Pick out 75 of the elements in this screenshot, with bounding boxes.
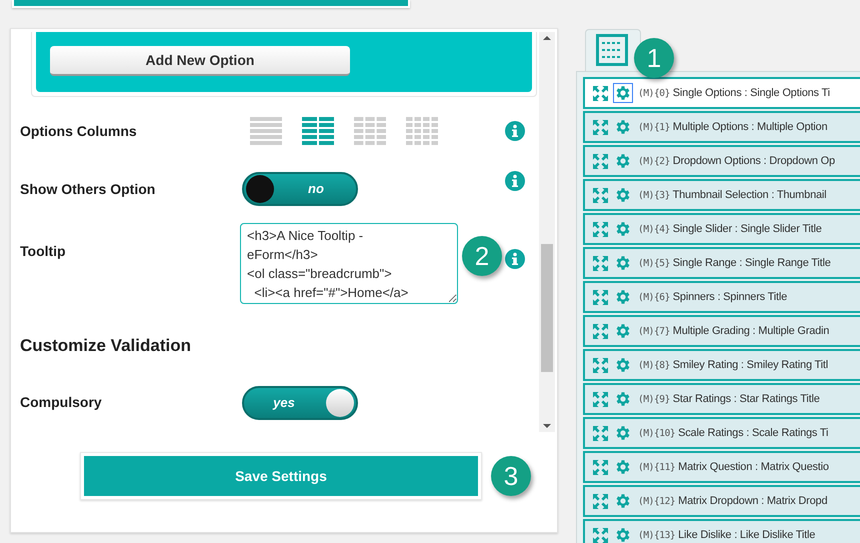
element-title: (M){12} Matrix Dropdown : Matrix Dropd <box>638 494 828 509</box>
settings-icon[interactable] <box>614 220 632 238</box>
element-row[interactable]: (M){9} Star Ratings : Star Ratings Title <box>583 383 860 415</box>
settings-icon[interactable] <box>614 152 632 170</box>
element-title: (M){5} Single Range : Single Range Title <box>638 256 831 271</box>
column-layout-icon[interactable] <box>406 117 438 145</box>
element-title: (M){0} Single Options : Single Options Ti <box>638 86 830 101</box>
element-row[interactable]: (M){1} Multiple Options : Multiple Option <box>583 111 860 143</box>
expand-icon[interactable] <box>593 290 608 304</box>
expand-icon[interactable] <box>593 154 608 168</box>
field-label: Tooltip <box>20 242 67 261</box>
layout-tab[interactable] <box>585 29 641 73</box>
column-layout-icon[interactable] <box>302 117 334 145</box>
element-title: (M){1} Multiple Options : Multiple Option <box>638 120 828 135</box>
column-layout-icon[interactable] <box>354 117 386 145</box>
element-title: (M){8} Smiley Rating : Smiley Rating Titl <box>638 358 828 373</box>
settings-icon[interactable] <box>614 424 632 442</box>
element-title: (M){13} Like Dislike : Like Dislike Title <box>638 528 816 543</box>
settings-icon[interactable] <box>614 492 632 510</box>
info-icon[interactable] <box>505 249 525 269</box>
settings-icon[interactable] <box>614 390 632 408</box>
settings-icon[interactable] <box>614 118 632 136</box>
field-label: Compulsory <box>20 393 103 412</box>
expand-icon[interactable] <box>593 222 608 236</box>
add-new-option-button[interactable]: Add New Option <box>50 46 350 76</box>
tooltip-field[interactable]: <h3>A Nice Tooltip - eForm</h3> <ol class="breadcrumb"> <li><a href="#">Home</a> <box>240 223 458 304</box>
element-title: (M){2} Dropdown Options : Dropdown Op <box>638 154 835 169</box>
settings-icon[interactable] <box>614 288 632 306</box>
expand-icon[interactable] <box>593 392 608 406</box>
section-title: Customize Validation <box>19 335 192 357</box>
expand-icon[interactable] <box>593 256 608 270</box>
expand-icon[interactable] <box>593 86 608 100</box>
expand-icon[interactable] <box>593 426 608 440</box>
field-label: Options Columns <box>20 122 138 141</box>
expand-icon[interactable] <box>593 188 608 202</box>
element-title: (M){4} Single Slider : Single Slider Title <box>638 222 822 237</box>
element-title: (M){11} Matrix Question : Matrix Questio <box>638 460 829 475</box>
expand-icon[interactable] <box>593 494 608 508</box>
expand-icon[interactable] <box>593 358 608 372</box>
element-row[interactable]: (M){6} Spinners : Spinners Title <box>583 281 860 313</box>
settings-icon[interactable] <box>614 254 632 272</box>
scrollbar[interactable] <box>539 32 555 432</box>
field-label: Show Others Option <box>20 180 156 199</box>
element-title: (M){3} Thumbnail Selection : Thumbnail <box>638 188 826 203</box>
element-row[interactable]: (M){3} Thumbnail Selection : Thumbnail <box>583 179 860 211</box>
settings-icon[interactable] <box>614 526 632 543</box>
element-row[interactable]: (M){8} Smiley Rating : Smiley Rating Titl <box>583 349 860 381</box>
element-title: (M){7} Multiple Grading : Multiple Gradin <box>638 324 830 339</box>
element-title: (M){10} Scale Ratings : Scale Ratings Ti <box>638 426 828 441</box>
element-row[interactable]: (M){2} Dropdown Options : Dropdown Op <box>583 145 860 177</box>
grid-layout-icon <box>596 34 628 66</box>
expand-icon[interactable] <box>593 528 608 542</box>
expand-icon[interactable] <box>593 324 608 338</box>
element-row[interactable]: (M){12} Matrix Dropdown : Matrix Dropd <box>583 485 860 517</box>
element-title: (M){6} Spinners : Spinners Title <box>638 290 788 305</box>
toggle-switch[interactable]: yes <box>242 386 358 420</box>
settings-icon[interactable] <box>614 186 632 204</box>
element-title: (M){9} Star Ratings : Star Ratings Title <box>638 392 820 407</box>
toggle-switch[interactable]: no <box>242 172 358 206</box>
column-layout-icon[interactable] <box>250 117 282 145</box>
expand-icon[interactable] <box>593 120 608 134</box>
settings-icon[interactable] <box>614 322 632 340</box>
settings-icon[interactable] <box>614 356 632 374</box>
element-row[interactable]: (M){11} Matrix Question : Matrix Questio <box>583 451 860 483</box>
settings-icon[interactable] <box>614 458 632 476</box>
settings-icon[interactable] <box>614 84 632 102</box>
element-row[interactable]: (M){4} Single Slider : Single Slider Title <box>583 213 860 245</box>
element-row[interactable]: (M){10} Scale Ratings : Scale Ratings Ti <box>583 417 860 449</box>
element-row[interactable]: (M){7} Multiple Grading : Multiple Gradin <box>583 315 860 347</box>
info-icon[interactable] <box>505 121 525 141</box>
expand-icon[interactable] <box>593 460 608 474</box>
info-icon[interactable] <box>505 171 525 191</box>
element-row[interactable]: (M){0} Single Options : Single Options Ti <box>583 77 860 109</box>
element-row[interactable]: (M){13} Like Dislike : Like Dislike Title <box>583 519 860 543</box>
element-row[interactable]: (M){5} Single Range : Single Range Title <box>583 247 860 279</box>
